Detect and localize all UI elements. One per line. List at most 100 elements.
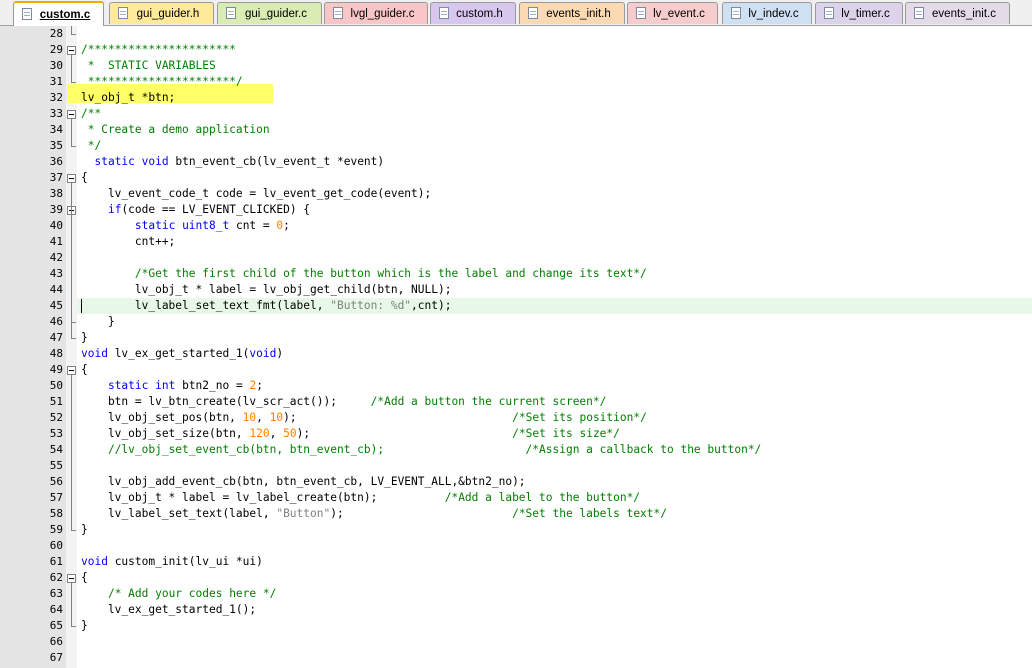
tab-gui-guider-c[interactable]: gui_guider.c — [217, 2, 322, 24]
tab-custom-c[interactable]: custom.c — [13, 1, 104, 26]
tab-events-init-h[interactable]: events_init.h — [519, 2, 625, 24]
code-editor[interactable]: 28 29 /********************** 30 * STATIC V… — [0, 26, 1032, 668]
code-line[interactable]: **********************/ — [81, 74, 243, 90]
line-number: 30 — [49, 59, 63, 72]
code-line[interactable]: //lv_obj_set_event_cb(btn, btn_event_cb)… — [81, 442, 761, 458]
line-number: 40 — [49, 219, 63, 232]
fold-toggle-icon[interactable] — [67, 110, 76, 119]
line-number: 46 — [49, 315, 63, 328]
code-line[interactable]: static uint8_t cnt = 0; — [81, 218, 290, 234]
code-line[interactable]: /** — [81, 106, 101, 122]
code-line[interactable]: lv_obj_set_pos(btn, 10, 10); /*Set its p… — [81, 410, 647, 426]
file-icon — [528, 7, 539, 20]
line-number: 51 — [49, 395, 63, 408]
line-number: 53 — [49, 427, 63, 440]
line-number: 35 — [49, 139, 63, 152]
line-number: 39 — [49, 203, 63, 216]
tab-label: lv_timer.c — [841, 7, 890, 20]
line-number: 60 — [49, 539, 63, 552]
line-number: 36 — [49, 155, 63, 168]
code-line[interactable]: lv_event_code_t code = lv_event_get_code… — [81, 186, 431, 202]
code-line[interactable]: lv_obj_t * label = lv_obj_get_child(btn,… — [81, 282, 452, 298]
code-line[interactable]: /********************** — [81, 42, 236, 58]
fold-guide — [71, 375, 72, 530]
tab-lv-indev-c[interactable]: lv_indev.c — [722, 2, 812, 24]
code-line[interactable]: } — [81, 314, 115, 330]
line-number: 62 — [49, 571, 63, 584]
fold-guide — [71, 119, 72, 146]
tab-lv-event-c[interactable]: lv_event.c — [627, 2, 718, 24]
fold-end — [71, 146, 76, 147]
code-line[interactable]: lv_obj_set_size(btn, 120, 50); /*Set its… — [81, 426, 620, 442]
fold-end — [71, 338, 76, 339]
file-icon — [914, 7, 925, 20]
code-line[interactable]: */ — [81, 138, 101, 154]
code-line[interactable]: { — [81, 362, 88, 378]
line-number: 54 — [49, 443, 63, 456]
code-line[interactable]: cnt++; — [81, 234, 175, 250]
fold-guide — [71, 26, 72, 34]
fold-toggle-icon[interactable] — [67, 366, 76, 375]
line-number: 63 — [49, 587, 63, 600]
code-line[interactable]: /*Get the first child of the button whic… — [81, 266, 647, 282]
code-line[interactable]: static int btn2_no = 2; — [81, 378, 263, 394]
code-line[interactable]: * Create a demo application — [81, 122, 270, 138]
fold-end — [71, 322, 76, 323]
file-icon — [22, 8, 33, 21]
code-line[interactable]: lv_label_set_text_fmt(label, "Button: %d… — [81, 298, 452, 314]
line-number: 47 — [49, 331, 63, 344]
line-number: 50 — [49, 379, 63, 392]
line-number: 52 — [49, 411, 63, 424]
tab-gui-guider-h[interactable]: gui_guider.h — [109, 2, 214, 24]
line-number: 58 — [49, 507, 63, 520]
fold-toggle-icon[interactable] — [67, 46, 76, 55]
code-line[interactable]: void lv_ex_get_started_1(void) — [81, 346, 283, 362]
code-line[interactable]: lv_label_set_text(label, "Button"); /*Se… — [81, 506, 667, 522]
fold-toggle-icon[interactable] — [67, 174, 76, 183]
code-line[interactable]: { — [81, 570, 88, 586]
line-number: 44 — [49, 283, 63, 296]
tab-events-init-c[interactable]: events_init.c — [905, 2, 1010, 24]
line-number: 38 — [49, 187, 63, 200]
code-line[interactable]: * STATIC VARIABLES — [81, 58, 216, 74]
tab-custom-h[interactable]: custom.h — [430, 2, 516, 24]
code-line[interactable]: { — [81, 170, 88, 186]
code-line[interactable]: btn = lv_btn_create(lv_scr_act()); /*Add… — [81, 394, 606, 410]
tab-label: lvgl_guider.c — [350, 7, 415, 20]
code-line[interactable]: void custom_init(lv_ui *ui) — [81, 554, 263, 570]
code-line[interactable]: } — [81, 618, 88, 634]
tab-label: gui_guider.c — [244, 7, 308, 20]
fold-end — [71, 530, 76, 531]
fold-toggle-icon[interactable] — [67, 574, 76, 583]
line-number: 56 — [49, 475, 63, 488]
line-number: 28 — [49, 27, 63, 40]
code-line[interactable]: lv_obj_add_event_cb(btn, btn_event_cb, L… — [81, 474, 526, 490]
tab-lv-timer-c[interactable]: lv_timer.c — [815, 2, 903, 24]
tab-label: custom.c — [39, 8, 91, 21]
line-number: 61 — [49, 555, 63, 568]
file-icon — [439, 7, 450, 20]
file-icon — [118, 7, 129, 20]
tab-lvgl-guider-c[interactable]: lvgl_guider.c — [324, 2, 428, 24]
tab-bar: custom.c gui_guider.h gui_guider.c lvgl_gui… — [0, 0, 1032, 26]
code-line[interactable]: lv_obj_t *btn; — [81, 90, 175, 106]
tab-label: gui_guider.h — [136, 7, 200, 20]
code-line[interactable]: if(code == LV_EVENT_CLICKED) { — [81, 202, 310, 218]
tab-label: events_init.c — [932, 7, 996, 20]
code-line[interactable]: } — [81, 330, 88, 346]
code-line[interactable]: /* Add your codes here */ — [81, 586, 276, 602]
line-number: 48 — [49, 347, 63, 360]
file-icon — [731, 7, 742, 20]
line-number: 41 — [49, 235, 63, 248]
code-line[interactable]: lv_obj_t * label = lv_label_create(btn);… — [81, 490, 640, 506]
tab-label: lv_event.c — [653, 7, 705, 20]
code-line[interactable]: static void btn_event_cb(lv_event_t *eve… — [81, 154, 384, 170]
code-line[interactable]: lv_ex_get_started_1(); — [81, 602, 256, 618]
line-number: 55 — [49, 459, 63, 472]
file-icon — [636, 7, 647, 20]
fold-guide — [71, 583, 72, 626]
line-number: 67 — [49, 651, 63, 664]
fold-guide — [71, 55, 72, 82]
file-icon — [226, 7, 237, 20]
code-line[interactable]: } — [81, 522, 88, 538]
